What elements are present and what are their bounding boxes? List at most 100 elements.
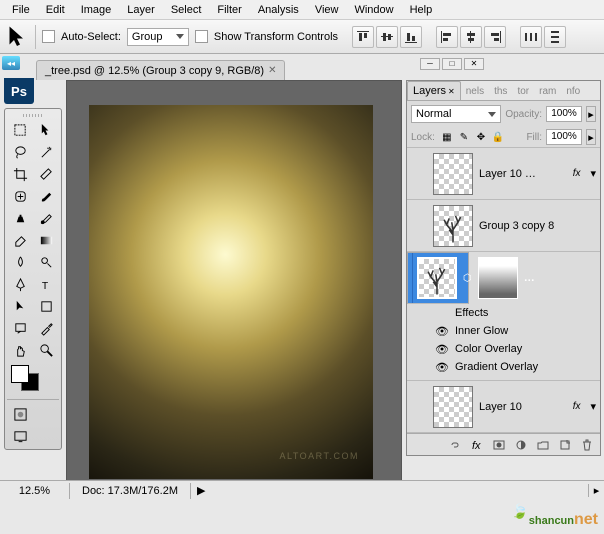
zoom-level[interactable]: 12.5%	[0, 483, 70, 499]
adjustment-layer-button[interactable]	[512, 437, 530, 453]
layer-thumbnail[interactable]	[433, 386, 473, 428]
opacity-input[interactable]: 100%	[546, 106, 582, 122]
foreground-color[interactable]	[11, 365, 29, 383]
layer-mask-link-icon[interactable]: ⬡	[463, 273, 472, 284]
menu-filter[interactable]: Filter	[209, 2, 249, 18]
lock-all-icon[interactable]: 🔒	[490, 129, 506, 145]
brush-tool[interactable]	[33, 185, 59, 207]
opacity-spinner[interactable]: ▸	[586, 106, 596, 122]
document-size-info[interactable]: Doc: 17.3M/176.2M	[70, 483, 191, 499]
dodge-tool[interactable]	[33, 251, 59, 273]
menu-window[interactable]: Window	[346, 2, 401, 18]
fill-spinner[interactable]: ▸	[586, 129, 596, 145]
align-vcenter-button[interactable]	[376, 26, 398, 48]
layer-row[interactable]: Group 3 copy 8	[407, 200, 600, 252]
notes-tool[interactable]	[7, 317, 33, 339]
move-tool-icon[interactable]	[5, 25, 29, 49]
screen-mode-tool[interactable]	[7, 425, 33, 447]
magic-wand-tool[interactable]	[33, 141, 59, 163]
panel-grip[interactable]	[7, 111, 59, 119]
quick-mask-tool[interactable]	[7, 403, 33, 425]
layer-thumbnail[interactable]	[433, 153, 473, 195]
gradient-tool[interactable]	[33, 229, 59, 251]
collapse-icon[interactable]: ▾	[590, 167, 596, 180]
layer-thumbnail[interactable]	[417, 257, 457, 299]
new-layer-button[interactable]	[556, 437, 574, 453]
menu-help[interactable]: Help	[402, 2, 441, 18]
effect-item[interactable]: Gradient Overlay	[455, 361, 538, 373]
marquee-tool[interactable]	[7, 119, 33, 141]
layer-mask-button[interactable]	[490, 437, 508, 453]
effect-visibility-icon[interactable]: 👁	[435, 325, 449, 338]
lock-transparency-icon[interactable]: ▦	[439, 129, 455, 145]
lock-position-icon[interactable]: ✥	[473, 129, 489, 145]
fx-badge[interactable]: fx	[573, 168, 581, 179]
fx-badge[interactable]: fx	[573, 401, 581, 412]
tab-channels[interactable]: nels	[461, 83, 489, 100]
clone-stamp-tool[interactable]	[7, 207, 33, 229]
type-tool[interactable]: T	[33, 273, 59, 295]
info-menu-arrow[interactable]: ▶	[191, 484, 211, 497]
crop-tool[interactable]	[7, 163, 33, 185]
layer-style-button[interactable]: fx	[468, 437, 486, 453]
delete-layer-button[interactable]	[578, 437, 596, 453]
effect-visibility-icon[interactable]: 👁	[435, 343, 449, 356]
tab-info[interactable]: nfo	[561, 83, 585, 100]
color-swatches[interactable]	[7, 361, 59, 399]
distribute-h-button[interactable]	[520, 26, 542, 48]
scroll-right-icon[interactable]: ▸	[588, 484, 604, 497]
zoom-tool[interactable]	[33, 339, 59, 361]
show-transform-checkbox[interactable]	[195, 30, 208, 43]
layer-name[interactable]: Layer 10 …	[479, 168, 567, 180]
layer-mask-thumbnail[interactable]	[478, 257, 518, 299]
auto-select-dropdown[interactable]: Group	[127, 28, 189, 46]
shape-tool[interactable]	[33, 295, 59, 317]
hand-tool[interactable]	[7, 339, 33, 361]
menu-select[interactable]: Select	[163, 2, 210, 18]
menu-layer[interactable]: Layer	[119, 2, 163, 18]
menu-image[interactable]: Image	[73, 2, 120, 18]
slice-tool[interactable]	[33, 163, 59, 185]
effect-visibility-icon[interactable]: 👁	[435, 361, 449, 374]
effect-item[interactable]: Color Overlay	[455, 343, 522, 355]
blur-tool[interactable]	[7, 251, 33, 273]
layer-row[interactable]: Layer 10 fx ▾	[407, 381, 600, 433]
auto-select-checkbox[interactable]	[42, 30, 55, 43]
lasso-tool[interactable]	[7, 141, 33, 163]
document-tab[interactable]: _tree.psd @ 12.5% (Group 3 copy 9, RGB/8…	[36, 60, 285, 80]
tab-paths[interactable]: ths	[489, 83, 512, 100]
layer-name[interactable]: Layer 10	[479, 401, 567, 413]
distribute-v-button[interactable]	[544, 26, 566, 48]
new-group-button[interactable]	[534, 437, 552, 453]
align-bottom-button[interactable]	[400, 26, 422, 48]
history-brush-tool[interactable]	[33, 207, 59, 229]
layer-thumbnail[interactable]	[433, 205, 473, 247]
path-selection-tool[interactable]	[7, 295, 33, 317]
pen-tool[interactable]	[7, 273, 33, 295]
tab-navigator[interactable]: tor	[512, 83, 534, 100]
menu-edit[interactable]: Edit	[38, 2, 73, 18]
align-right-button[interactable]	[484, 26, 506, 48]
close-icon[interactable]: ✕	[464, 58, 484, 70]
collapse-icon[interactable]: ▾	[590, 400, 596, 413]
align-left-button[interactable]	[436, 26, 458, 48]
lock-pixels-icon[interactable]: ✎	[456, 129, 472, 145]
layer-row-selected[interactable]: ⬡ …	[407, 252, 469, 304]
effect-item[interactable]: Inner Glow	[455, 325, 508, 337]
menu-file[interactable]: File	[4, 2, 38, 18]
fill-input[interactable]: 100%	[546, 129, 582, 145]
menu-view[interactable]: View	[307, 2, 347, 18]
blend-mode-dropdown[interactable]: Normal	[411, 105, 501, 123]
eyedropper-tool[interactable]	[33, 317, 59, 339]
link-layers-button[interactable]	[446, 437, 464, 453]
move-tool[interactable]	[33, 119, 59, 141]
eraser-tool[interactable]	[7, 229, 33, 251]
layer-name[interactable]: Group 3 copy 8	[479, 220, 596, 232]
document-canvas[interactable]: ALTOART.COM	[89, 105, 373, 479]
close-document-icon[interactable]: ✕	[268, 65, 276, 76]
tab-layers[interactable]: Layers✕	[407, 81, 461, 100]
tab-histogram[interactable]: ram	[534, 83, 561, 100]
align-hcenter-button[interactable]	[460, 26, 482, 48]
menu-analysis[interactable]: Analysis	[250, 2, 307, 18]
tab-dock-grip[interactable]: ◂◂	[2, 56, 20, 70]
